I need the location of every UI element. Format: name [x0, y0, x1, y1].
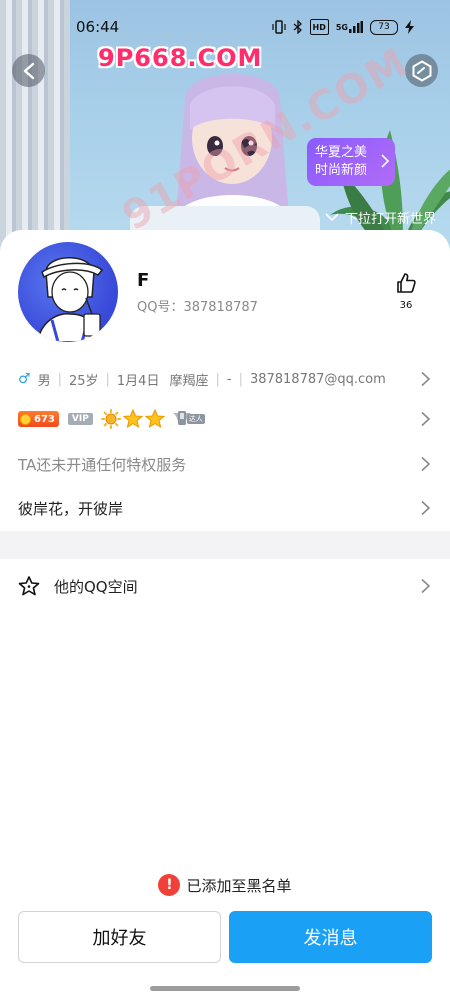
zodiac: 摩羯座 — [169, 373, 209, 389]
star-icon — [144, 409, 165, 429]
hexagon-icon — [412, 59, 431, 82]
charging-icon — [405, 19, 414, 35]
location: - — [226, 371, 232, 387]
chevron-right-icon — [421, 500, 430, 516]
chevron-down-icon — [325, 213, 339, 222]
battery-level: 73 — [378, 22, 390, 32]
section-divider — [0, 531, 450, 559]
avatar[interactable] — [18, 242, 118, 342]
signature-text: 彼岸花，开彼岸 — [18, 499, 124, 518]
achievement-label: 达人 — [186, 414, 205, 424]
avatar-illustration — [37, 257, 104, 342]
pull-down-hint[interactable]: 下拉打开新世界 — [325, 208, 436, 227]
separator: | — [57, 371, 62, 387]
signal-5g-icon: 5G — [336, 19, 363, 35]
add-friend-button[interactable]: 加好友 — [18, 911, 221, 963]
home-indicator[interactable] — [150, 986, 300, 991]
coin-icon — [20, 413, 31, 425]
sun-icon — [100, 409, 121, 429]
like-button[interactable]: 36 — [393, 272, 419, 311]
bluetooth-icon — [293, 19, 303, 35]
nickname: F — [137, 270, 150, 291]
qzone-row[interactable]: 他的QQ空间 — [0, 568, 450, 604]
star-outline-icon — [18, 575, 40, 597]
send-message-button[interactable]: 发消息 — [229, 911, 432, 963]
hd-voice-icon: HD — [309, 19, 329, 35]
pull-hint-text: 下拉打开新世界 — [344, 212, 436, 227]
male-icon: ♂ — [18, 371, 31, 387]
gender: 男 — [37, 373, 51, 389]
coin-value: 673 — [34, 413, 55, 425]
separator: | — [215, 371, 220, 387]
chevron-right-icon — [421, 578, 430, 594]
battery-icon: 73 — [370, 19, 398, 35]
basic-info-row[interactable]: ♂ 男 | 25岁 | 1月4日 摩羯座 | - | 387818787@qq.… — [0, 364, 450, 394]
chevron-right-icon — [421, 456, 430, 472]
promo-line-2: 时尚新颜 — [315, 163, 368, 178]
warning-icon: ! — [158, 874, 181, 896]
promo-bubble[interactable]: 华夏之美 时尚新颜 — [307, 138, 395, 186]
status-icons: HD 5G 73 — [271, 19, 414, 35]
vibrate-icon — [271, 19, 286, 35]
profile-card: F QQ号：387818787 36 ♂ 男 | 25岁 | 1月4日 摩羯座 … — [0, 230, 450, 1000]
status-time: 06:44 — [76, 18, 120, 36]
birthday: 1月4日 — [116, 373, 160, 389]
signature-row[interactable]: 彼岸花，开彼岸 — [0, 492, 450, 524]
like-count: 36 — [399, 300, 413, 311]
badge-row[interactable]: 673 VIP 达人 — [0, 405, 450, 433]
back-button[interactable] — [12, 54, 45, 87]
level-badges — [100, 409, 165, 429]
promo-line-1: 华夏之美 — [315, 145, 368, 160]
blacklist-text: 已添加至黑名单 — [186, 876, 292, 895]
separator: | — [238, 371, 243, 387]
more-options-button[interactable] — [405, 54, 438, 87]
chevron-right-icon — [421, 371, 430, 387]
achievement-badge: 达人 — [171, 409, 205, 429]
blacklist-notice: ! 已添加至黑名单 — [0, 874, 450, 896]
qq-coin-badge: 673 — [18, 411, 59, 427]
age: 25岁 — [68, 373, 99, 389]
qzone-label: 他的QQ空间 — [54, 577, 138, 596]
privilege-row[interactable]: TA还未开通任何特权服务 — [0, 448, 450, 480]
vip-badge: VIP — [67, 413, 93, 425]
chevron-right-icon — [381, 154, 389, 168]
chevron-left-icon — [23, 62, 34, 79]
email: 387818787@qq.com — [249, 371, 386, 387]
privilege-text: TA还未开通任何特权服务 — [18, 455, 187, 474]
chevron-right-icon — [421, 411, 430, 427]
separator: | — [105, 371, 110, 387]
star-icon — [122, 409, 143, 429]
thumbs-up-icon — [397, 273, 416, 293]
qq-number[interactable]: QQ号：387818787 — [137, 296, 258, 315]
site-watermark: 9P668.COM — [98, 44, 263, 72]
